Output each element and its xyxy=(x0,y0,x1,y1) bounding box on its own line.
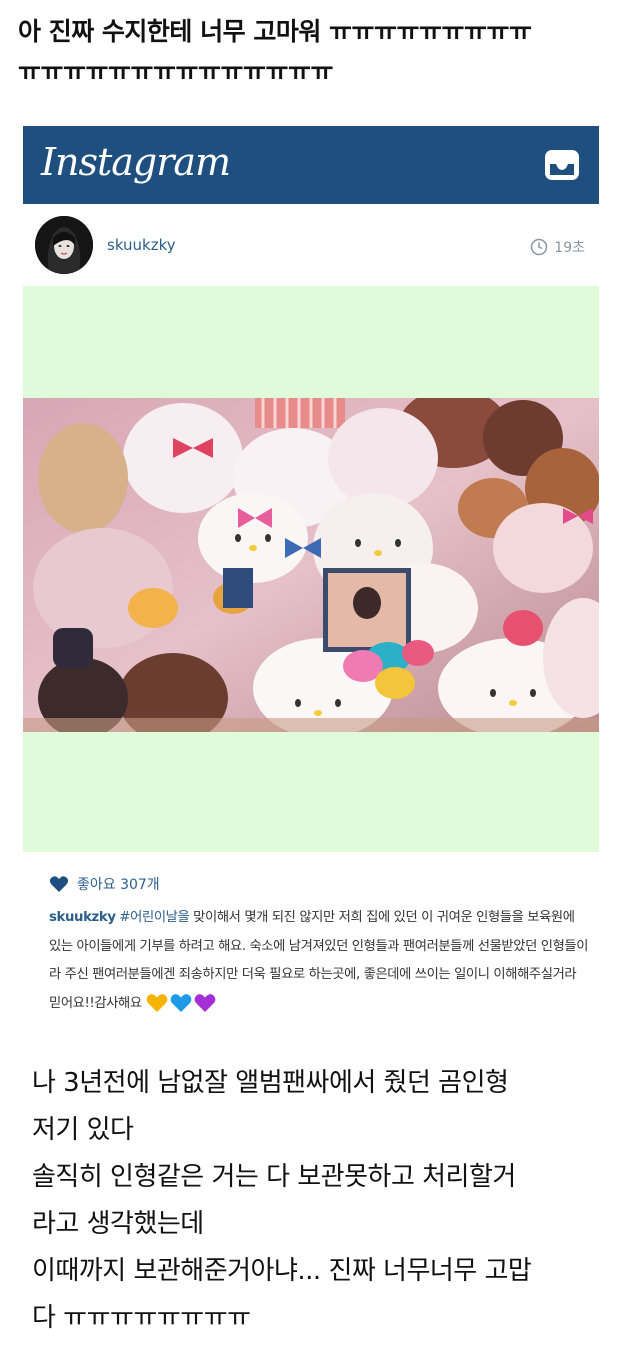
post-time: 19초 xyxy=(530,237,585,257)
title-line-2: ㅠㅠㅠㅠㅠㅠㅠㅠㅠㅠㅠㅠㅠㅠ xyxy=(18,57,334,86)
post-image-area xyxy=(23,286,599,852)
heart-emojis xyxy=(146,993,216,1013)
likes-label: 좋아요 307개 xyxy=(77,877,160,893)
heart-icon[interactable] xyxy=(49,875,69,893)
instagram-header: Instagram xyxy=(23,126,599,204)
caption-text: 맞이해서 몇개 되진 않지만 저희 집에 있던 이 귀여운 인형들을 보육원에 … xyxy=(49,910,589,1011)
instagram-logo[interactable]: Instagram xyxy=(41,140,231,184)
instagram-post: skuukzky 19초 좋아요 307개 skuukzky #어린이날을 맞이… xyxy=(23,204,599,1024)
post-title: 아 진짜 수지한테 너무 고마워 ㅠㅠㅠㅠㅠㅠㅠㅠㅠ ㅠㅠㅠㅠㅠㅠㅠㅠㅠㅠㅠㅠㅠ… xyxy=(18,12,618,92)
avatar-portrait-image xyxy=(35,216,93,274)
comment-line: 저기 있다 xyxy=(32,1115,134,1145)
purple-heart-icon xyxy=(194,993,215,1012)
comment-line: 나 3년전에 남없잘 앨범팬싸에서 줬던 곰인형 xyxy=(32,1068,509,1098)
post-username[interactable]: skuukzky xyxy=(107,236,176,254)
comment-line: 다 ㅠㅠㅠㅠㅠㅠㅠㅠ xyxy=(32,1303,251,1333)
stuffed-toys-photo[interactable] xyxy=(23,398,599,732)
yellow-heart-icon xyxy=(146,993,167,1012)
comment-line: 이때까지 보관해준거아냐... 진짜 너무너무 고맙 xyxy=(32,1256,532,1286)
caption-username[interactable]: skuukzky xyxy=(49,910,116,925)
post-time-label: 19초 xyxy=(554,240,585,256)
blue-heart-icon xyxy=(170,993,191,1012)
avatar[interactable] xyxy=(35,216,93,274)
stuffed-toys-image xyxy=(23,398,599,732)
likes-count[interactable]: 좋아요 307개 xyxy=(49,874,160,894)
comment-text: 나 3년전에 남없잘 앨범팬싸에서 줬던 곰인형 저기 있다 솔직히 인형같은 … xyxy=(32,1060,622,1342)
clock-icon xyxy=(531,238,548,256)
post-caption: skuukzky #어린이날을 맞이해서 몇개 되진 않지만 저희 집에 있던 … xyxy=(49,904,589,1018)
inbox-tray-icon[interactable] xyxy=(543,148,581,182)
title-line-1: 아 진짜 수지한테 너무 고마워 ㅠㅠㅠㅠㅠㅠㅠㅠㅠ xyxy=(18,17,532,46)
comment-line: 라고 생각했는데 xyxy=(32,1209,204,1239)
comment-line: 솔직히 인형같은 거는 다 보관못하고 처리할거 xyxy=(32,1162,516,1192)
caption-hashtag[interactable]: #어린이날을 xyxy=(119,910,189,925)
